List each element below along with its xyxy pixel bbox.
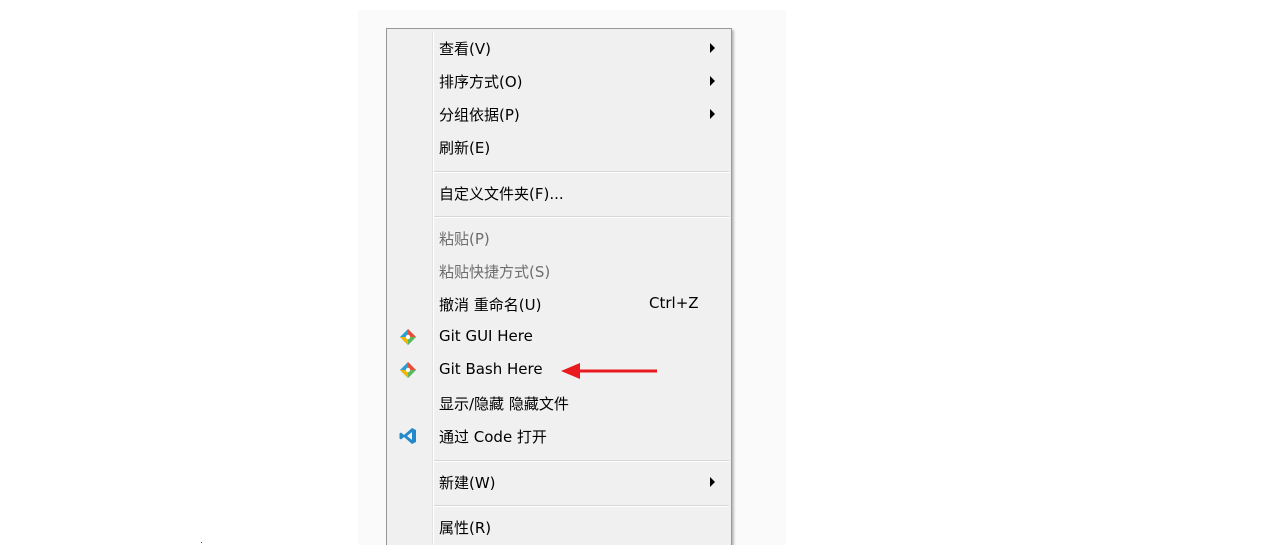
menu-item-sort-by[interactable]: 排序方式(O) bbox=[389, 65, 729, 97]
menu-separator bbox=[434, 505, 729, 507]
menu-item-label: 新建(W) bbox=[439, 474, 496, 492]
menu-item-label: 属性(R) bbox=[439, 519, 492, 537]
menu-item-label: 自定义文件夹(F)... bbox=[439, 185, 564, 203]
menu-item-group-by[interactable]: 分组依据(P) bbox=[389, 98, 729, 130]
context-menu: 查看(V) 排序方式(O) 分组依据(P) 刷新(E) 自定义文件夹(F)...… bbox=[386, 28, 732, 545]
menu-item-label: 粘贴快捷方式(S) bbox=[439, 263, 551, 281]
submenu-arrow-icon bbox=[710, 109, 715, 119]
menu-item-label: 刷新(E) bbox=[439, 139, 491, 157]
menu-item-label: 分组依据(P) bbox=[439, 106, 520, 124]
submenu-arrow-icon bbox=[710, 477, 715, 487]
menu-item-view[interactable]: 查看(V) bbox=[389, 32, 729, 64]
menu-item-label: 撤消 重命名(U) bbox=[439, 296, 542, 314]
menu-separator bbox=[434, 216, 729, 218]
menu-item-new[interactable]: 新建(W) bbox=[389, 466, 729, 498]
menu-item-open-with-code[interactable]: 通过 Code 打开 bbox=[389, 420, 729, 452]
submenu-arrow-icon bbox=[710, 43, 715, 53]
menu-item-shortcut: Ctrl+Z bbox=[649, 294, 699, 312]
git-icon bbox=[400, 329, 416, 345]
menu-item-customize-folder[interactable]: 自定义文件夹(F)... bbox=[389, 177, 729, 209]
submenu-arrow-icon bbox=[710, 76, 715, 86]
red-arrow-annotation bbox=[561, 363, 657, 379]
menu-item-label: 查看(V) bbox=[439, 40, 491, 58]
menu-item-git-bash-here[interactable]: Git Bash Here bbox=[389, 354, 729, 386]
menu-separator bbox=[434, 171, 729, 173]
menu-item-label: 排序方式(O) bbox=[439, 73, 523, 91]
menu-item-label: Git GUI Here bbox=[439, 327, 533, 345]
menu-item-paste-shortcut[interactable]: 粘贴快捷方式(S) bbox=[389, 255, 729, 287]
menu-item-toggle-hidden-files[interactable]: 显示/隐藏 隐藏文件 bbox=[389, 387, 729, 419]
menu-item-undo-rename[interactable]: 撤消 重命名(U) Ctrl+Z bbox=[389, 288, 729, 320]
git-icon bbox=[400, 362, 416, 378]
vscode-icon bbox=[399, 428, 416, 444]
stray-dot bbox=[201, 542, 202, 543]
menu-item-label: 通过 Code 打开 bbox=[439, 428, 547, 446]
menu-item-properties[interactable]: 属性(R) bbox=[389, 511, 729, 543]
menu-item-paste[interactable]: 粘贴(P) bbox=[389, 222, 729, 254]
menu-item-label: 显示/隐藏 隐藏文件 bbox=[439, 395, 569, 413]
menu-item-refresh[interactable]: 刷新(E) bbox=[389, 131, 729, 163]
menu-item-git-gui-here[interactable]: Git GUI Here bbox=[389, 321, 729, 353]
menu-item-label: 粘贴(P) bbox=[439, 230, 490, 248]
menu-separator bbox=[434, 460, 729, 462]
menu-item-label: Git Bash Here bbox=[439, 360, 543, 378]
